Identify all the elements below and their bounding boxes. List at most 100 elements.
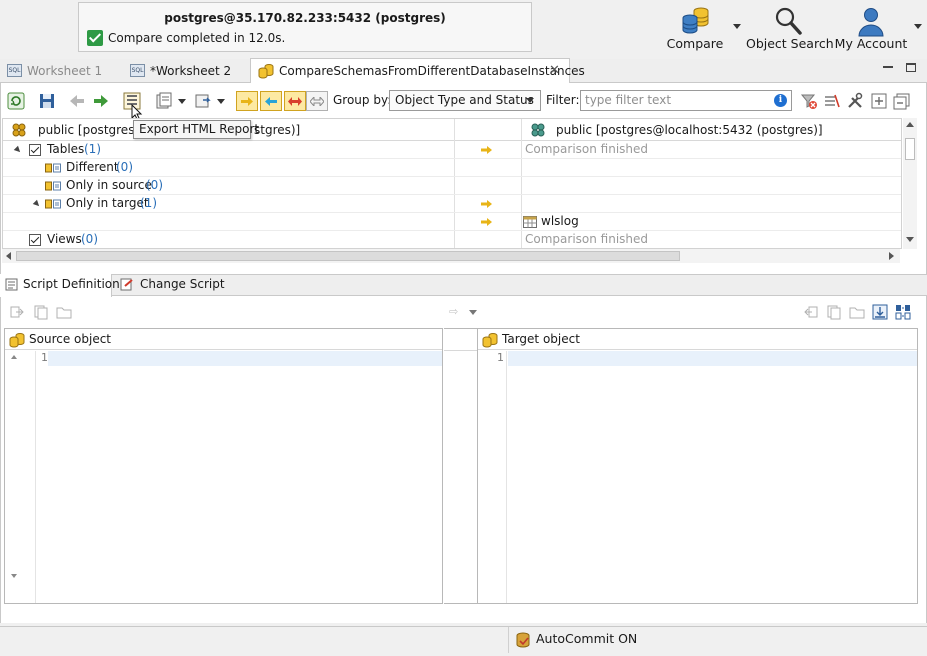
scroll-thumb[interactable] (16, 251, 680, 261)
target-object-pane[interactable]: Target object 1 (477, 328, 918, 604)
scroll-thumb[interactable] (905, 138, 915, 160)
row-target-status: Comparison finished (525, 232, 649, 246)
apply-changes-dropdown-icon[interactable] (217, 99, 225, 104)
object-search-label: Object Search (746, 36, 834, 51)
arrow-right-icon (241, 97, 253, 106)
scroll-up-icon[interactable] (11, 355, 17, 359)
navigate-previous-icon[interactable] (68, 92, 86, 110)
copy-to-target-icon[interactable] (9, 304, 25, 320)
sql-worksheet-icon: SQL (130, 64, 145, 77)
tab-label: Worksheet 1 (27, 64, 103, 78)
source-schema-header[interactable]: public [postgres@ (38, 123, 146, 137)
tables-checkbox[interactable] (29, 144, 41, 156)
tab-script-definition[interactable]: Script Definition (0, 274, 120, 297)
tab-compare-schemas[interactable]: CompareSchemasFromDifferentDatabaseInsta… (250, 58, 585, 83)
navigate-diff-dropdown-icon[interactable] (469, 310, 477, 315)
scroll-down-icon[interactable] (11, 574, 17, 578)
settings-tools-icon[interactable] (846, 92, 864, 110)
expand-all-icon[interactable] (870, 92, 888, 110)
filter-input[interactable]: type filter text i (580, 90, 792, 111)
tree-row-wlslog[interactable]: wlslog (3, 213, 901, 231)
row-label: Only in source (66, 178, 152, 192)
tree-vertical-scrollbar[interactable] (903, 118, 917, 249)
tab-worksheet-2[interactable]: SQL *Worksheet 2 (127, 59, 249, 83)
clear-filter-icon[interactable] (800, 92, 818, 110)
tab-label: *Worksheet 2 (150, 64, 232, 78)
tree-horizontal-scrollbar[interactable] (2, 249, 900, 263)
compare-button[interactable]: Compare (666, 4, 724, 56)
notification-message: Compare completed in 12.0s. (108, 31, 286, 45)
current-line-highlight (508, 351, 917, 366)
group-node-icon (45, 181, 61, 191)
source-schema-header-tail: stgres)] (254, 123, 301, 137)
target-schema-header[interactable]: public [postgres@localhost:5432 (postgre… (556, 123, 823, 137)
compare-dropdown-chevron-icon[interactable] (733, 24, 741, 29)
scroll-down-icon[interactable] (906, 237, 914, 242)
tree-row-only-in-target[interactable]: Only in target (1) (3, 195, 901, 213)
database-transaction-icon (516, 632, 530, 648)
tree-row-tables[interactable]: Tables (1) Comparison finished (3, 141, 901, 159)
arrow-right-icon (481, 146, 492, 154)
copy-icon[interactable] (33, 304, 49, 320)
scroll-right-icon[interactable] (889, 252, 894, 260)
expanded-triangle-icon[interactable] (32, 199, 42, 209)
source-object-pane[interactable]: Source object 1 (4, 328, 443, 604)
navigate-next-icon[interactable] (92, 92, 110, 110)
save-icon[interactable] (38, 92, 56, 110)
refresh-compare-icon[interactable] (7, 92, 25, 110)
tree-row-only-in-source[interactable]: Only in source (0) (3, 177, 901, 195)
object-search-button[interactable]: Object Search (746, 4, 834, 56)
row-label: Tables (47, 142, 85, 156)
minimize-icon[interactable] (883, 66, 893, 68)
group-by-select[interactable]: Object Type and Status (389, 90, 541, 111)
row-count: (0) (116, 160, 133, 174)
views-checkbox[interactable] (29, 234, 41, 246)
target-pane-title: Target object (502, 332, 580, 346)
account-dropdown-chevron-icon[interactable] (914, 24, 922, 29)
tree-row-views[interactable]: Views (0) Comparison finished (3, 231, 901, 248)
row-count: (0) (146, 178, 163, 192)
compare-label: Compare (666, 36, 724, 51)
filter-only-target-toggle[interactable] (260, 91, 282, 111)
tab-worksheet-1[interactable]: SQL Worksheet 1 (4, 59, 122, 83)
generate-script-icon[interactable] (155, 92, 173, 110)
expanded-triangle-icon[interactable] (13, 145, 23, 155)
schema-compare-icon (258, 64, 274, 79)
schema-object-icon (9, 333, 25, 348)
autocommit-status[interactable]: AutoCommit ON (508, 627, 648, 653)
group-node-icon (45, 199, 61, 209)
collapse-all-icon[interactable] (893, 92, 911, 110)
tab-label: Change Script (140, 277, 225, 291)
source-pane-title: Source object (29, 332, 112, 346)
close-tab-icon[interactable]: ✕ (549, 59, 560, 83)
apply-changes-icon[interactable] (194, 92, 212, 110)
row-label: Different (66, 160, 119, 174)
status-bar (0, 626, 927, 656)
copy-icon[interactable] (826, 304, 842, 320)
copy-to-source-icon[interactable] (803, 304, 819, 320)
open-folder-icon[interactable] (849, 304, 865, 320)
table-icon (523, 216, 537, 228)
sync-scroll-icon[interactable] (872, 304, 888, 320)
filter-different-toggle[interactable] (284, 91, 306, 111)
my-account-button[interactable]: My Account (834, 4, 908, 56)
hide-identical-icon[interactable] (823, 92, 841, 110)
tab-change-script[interactable]: Change Script (114, 274, 225, 296)
group-by-value: Object Type and Status (395, 93, 534, 107)
filter-only-source-toggle[interactable] (236, 91, 258, 111)
current-line-highlight (48, 351, 442, 366)
group-by-label: Group by: (333, 93, 392, 107)
scroll-left-icon[interactable] (6, 252, 11, 260)
navigate-diff-icon[interactable]: ⇨ (449, 305, 458, 318)
maximize-icon[interactable] (906, 63, 916, 72)
filter-identical-toggle[interactable] (306, 91, 328, 111)
tree-row-different[interactable]: Different (0) (3, 159, 901, 177)
sql-worksheet-icon: SQL (7, 64, 22, 77)
user-icon (858, 8, 884, 37)
tab-label: Script Definition (23, 277, 120, 291)
generate-script-dropdown-icon[interactable] (178, 99, 186, 104)
layout-columns-icon[interactable] (895, 304, 911, 320)
open-folder-icon[interactable] (56, 304, 72, 320)
info-icon[interactable]: i (774, 94, 787, 107)
scroll-up-icon[interactable] (906, 122, 914, 127)
